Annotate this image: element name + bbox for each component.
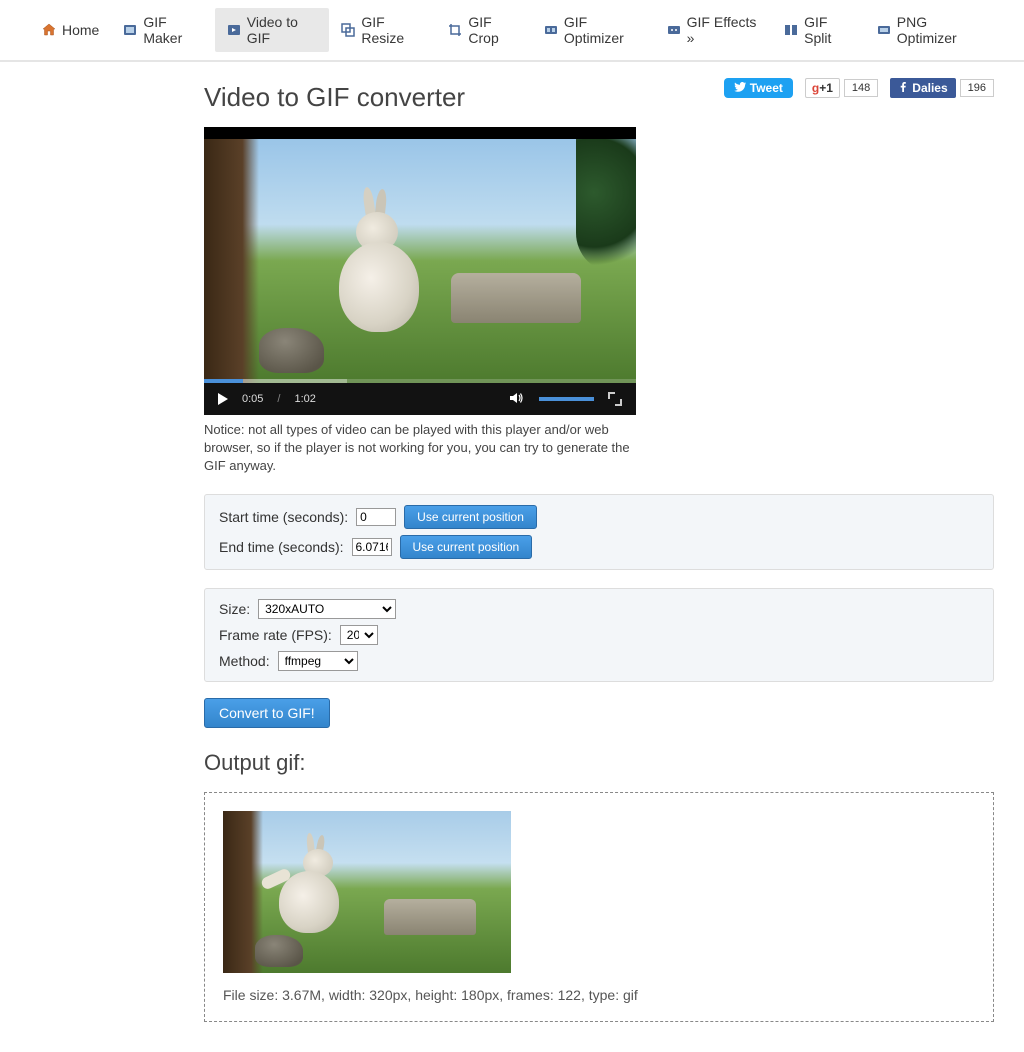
- nav-gif-maker[interactable]: GIF Maker: [111, 8, 214, 52]
- gplus-icon: g: [812, 81, 819, 95]
- nav-gif-resize[interactable]: GIF Resize: [329, 8, 436, 52]
- home-icon: [42, 23, 56, 37]
- fb-count: 196: [960, 79, 994, 97]
- nav-gif-split-label: GIF Split: [804, 14, 853, 46]
- options-panel: Size: 320xAUTO Frame rate (FPS): 20 Meth…: [204, 588, 994, 682]
- volume-slider[interactable]: [539, 397, 594, 401]
- volume-button[interactable]: [509, 391, 525, 408]
- start-time-label: Start time (seconds):: [219, 509, 348, 525]
- gplus-button[interactable]: g+1: [805, 78, 840, 98]
- resize-icon: [341, 23, 355, 37]
- method-select[interactable]: ffmpeg: [278, 651, 358, 671]
- nav-gif-split[interactable]: GIF Split: [772, 8, 865, 52]
- video-frame: [204, 139, 636, 383]
- fps-label: Frame rate (FPS):: [219, 627, 332, 643]
- nav-gif-optimizer[interactable]: GIF Optimizer: [532, 8, 655, 52]
- tweet-button[interactable]: Tweet: [724, 78, 793, 98]
- fb-label: Dalies: [912, 81, 947, 95]
- nav-video-to-gif[interactable]: Video to GIF: [215, 8, 330, 52]
- split-icon: [784, 23, 798, 37]
- gplus-label: +1: [819, 81, 833, 95]
- nav-gif-optimizer-label: GIF Optimizer: [564, 14, 643, 46]
- fb-block: Dalies 196: [890, 78, 994, 98]
- facebook-icon: [898, 81, 908, 95]
- gplus-count: 148: [844, 79, 878, 97]
- play-button[interactable]: [218, 393, 228, 405]
- end-time-label: End time (seconds):: [219, 539, 344, 555]
- nav-png-optimizer-label: PNG Optimizer: [897, 14, 982, 46]
- navbar: Home GIF Maker Video to GIF GIF Resize G…: [0, 0, 1024, 62]
- film-icon: [123, 23, 137, 37]
- nav-gif-crop[interactable]: GIF Crop: [436, 8, 532, 52]
- current-time: 0:05: [242, 393, 263, 405]
- nav-gif-maker-label: GIF Maker: [143, 14, 202, 46]
- player-controls: 0:05 / 1:02: [204, 383, 636, 415]
- crop-icon: [448, 23, 462, 37]
- effects-icon: [667, 23, 681, 37]
- output-title: Output gif:: [204, 750, 994, 776]
- output-box: File size: 3.67M, width: 320px, height: …: [204, 792, 994, 1022]
- time-panel: Start time (seconds): Use current positi…: [204, 494, 994, 570]
- social-buttons: Tweet g+1 148 Dalies 196: [724, 78, 994, 98]
- fb-share-button[interactable]: Dalies: [890, 78, 955, 98]
- nav-gif-effects-label: GIF Effects »: [687, 14, 761, 46]
- time-separator: /: [277, 393, 280, 405]
- output-info: File size: 3.67M, width: 320px, height: …: [223, 987, 975, 1003]
- duration: 1:02: [294, 393, 315, 405]
- nav-png-optimizer[interactable]: PNG Optimizer: [865, 8, 994, 52]
- size-label: Size:: [219, 601, 250, 617]
- twitter-icon: [734, 81, 746, 95]
- method-label: Method:: [219, 653, 270, 669]
- main-content: Tweet g+1 148 Dalies 196 Video to GIF co…: [0, 62, 1024, 1052]
- nav-gif-resize-label: GIF Resize: [361, 14, 424, 46]
- video-player[interactable]: 0:05 / 1:02: [204, 127, 636, 415]
- png-icon: [877, 23, 891, 37]
- use-current-end-button[interactable]: Use current position: [400, 535, 533, 559]
- video-icon: [227, 23, 241, 37]
- optimize-icon: [544, 23, 558, 37]
- nav-video-to-gif-label: Video to GIF: [247, 14, 318, 46]
- tweet-label: Tweet: [750, 81, 783, 95]
- nav-gif-effects[interactable]: GIF Effects »: [655, 8, 773, 52]
- player-notice: Notice: not all types of video can be pl…: [204, 421, 636, 476]
- size-select[interactable]: 320xAUTO: [258, 599, 396, 619]
- fps-select[interactable]: 20: [340, 625, 378, 645]
- convert-button[interactable]: Convert to GIF!: [204, 698, 330, 728]
- gplus-block: g+1 148: [805, 78, 878, 98]
- nav-home[interactable]: Home: [30, 8, 111, 52]
- output-gif-preview: [223, 811, 511, 973]
- end-time-input[interactable]: [352, 538, 392, 556]
- nav-home-label: Home: [62, 22, 99, 38]
- nav-gif-crop-label: GIF Crop: [468, 14, 520, 46]
- start-time-input[interactable]: [356, 508, 396, 526]
- fullscreen-button[interactable]: [608, 392, 622, 406]
- use-current-start-button[interactable]: Use current position: [404, 505, 537, 529]
